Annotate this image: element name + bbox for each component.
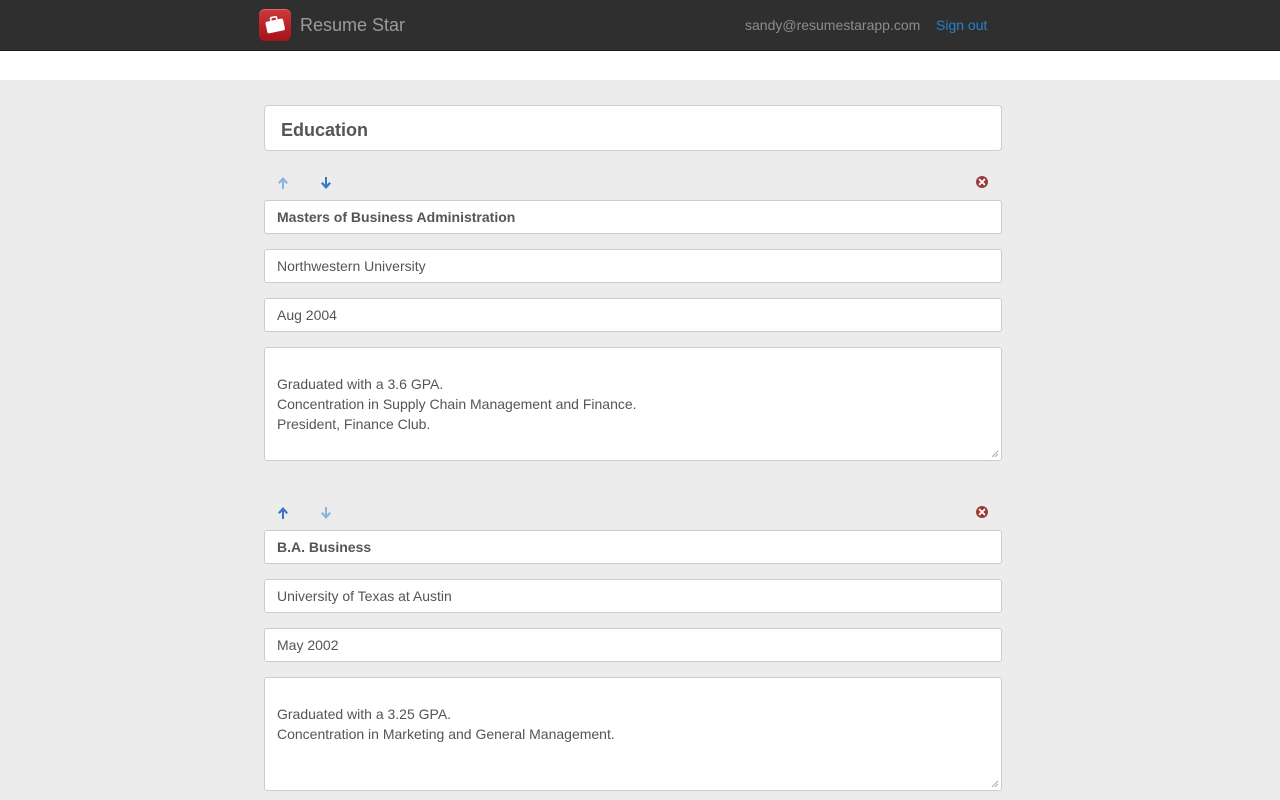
sign-out-link[interactable]: Sign out [936, 16, 987, 34]
subheader-strip [0, 51, 1280, 80]
school-input[interactable]: University of Texas at Austin [264, 579, 1002, 613]
top-navbar: Resume Star sandy@resumestarapp.com Sign… [0, 0, 1280, 51]
school-input[interactable]: Northwestern University [264, 249, 1002, 283]
arrow-down-icon[interactable] [318, 505, 334, 521]
briefcase-glyph [265, 15, 285, 34]
description-text: Graduated with a 3.25 GPA. Concentration… [277, 706, 615, 742]
brand-name[interactable]: Resume Star [300, 14, 405, 36]
arrow-down-icon[interactable] [318, 175, 334, 191]
entry-controls [264, 503, 1002, 523]
date-input[interactable]: May 2002 [264, 628, 1002, 662]
date-input[interactable]: Aug 2004 [264, 298, 1002, 332]
degree-input[interactable]: Masters of Business Administration [264, 200, 1002, 234]
description-textarea[interactable]: Graduated with a 3.25 GPA. Concentration… [264, 677, 1002, 791]
degree-input[interactable]: B.A. Business [264, 530, 1002, 564]
section-header: Education [264, 105, 1002, 151]
user-email: sandy@resumestarapp.com [745, 17, 921, 33]
resize-grip-icon[interactable] [991, 780, 999, 788]
section-title: Education [281, 120, 369, 140]
arrow-up-icon[interactable] [275, 505, 291, 521]
description-textarea[interactable]: Graduated with a 3.6 GPA. Concentration … [264, 347, 1002, 461]
arrow-up-icon[interactable] [275, 175, 291, 191]
resize-grip-icon[interactable] [991, 450, 999, 458]
remove-circle-icon[interactable] [975, 505, 989, 519]
remove-circle-icon[interactable] [975, 175, 989, 189]
entry-controls [264, 173, 1002, 193]
briefcase-icon[interactable] [259, 9, 291, 41]
description-text: Graduated with a 3.6 GPA. Concentration … [277, 376, 637, 432]
